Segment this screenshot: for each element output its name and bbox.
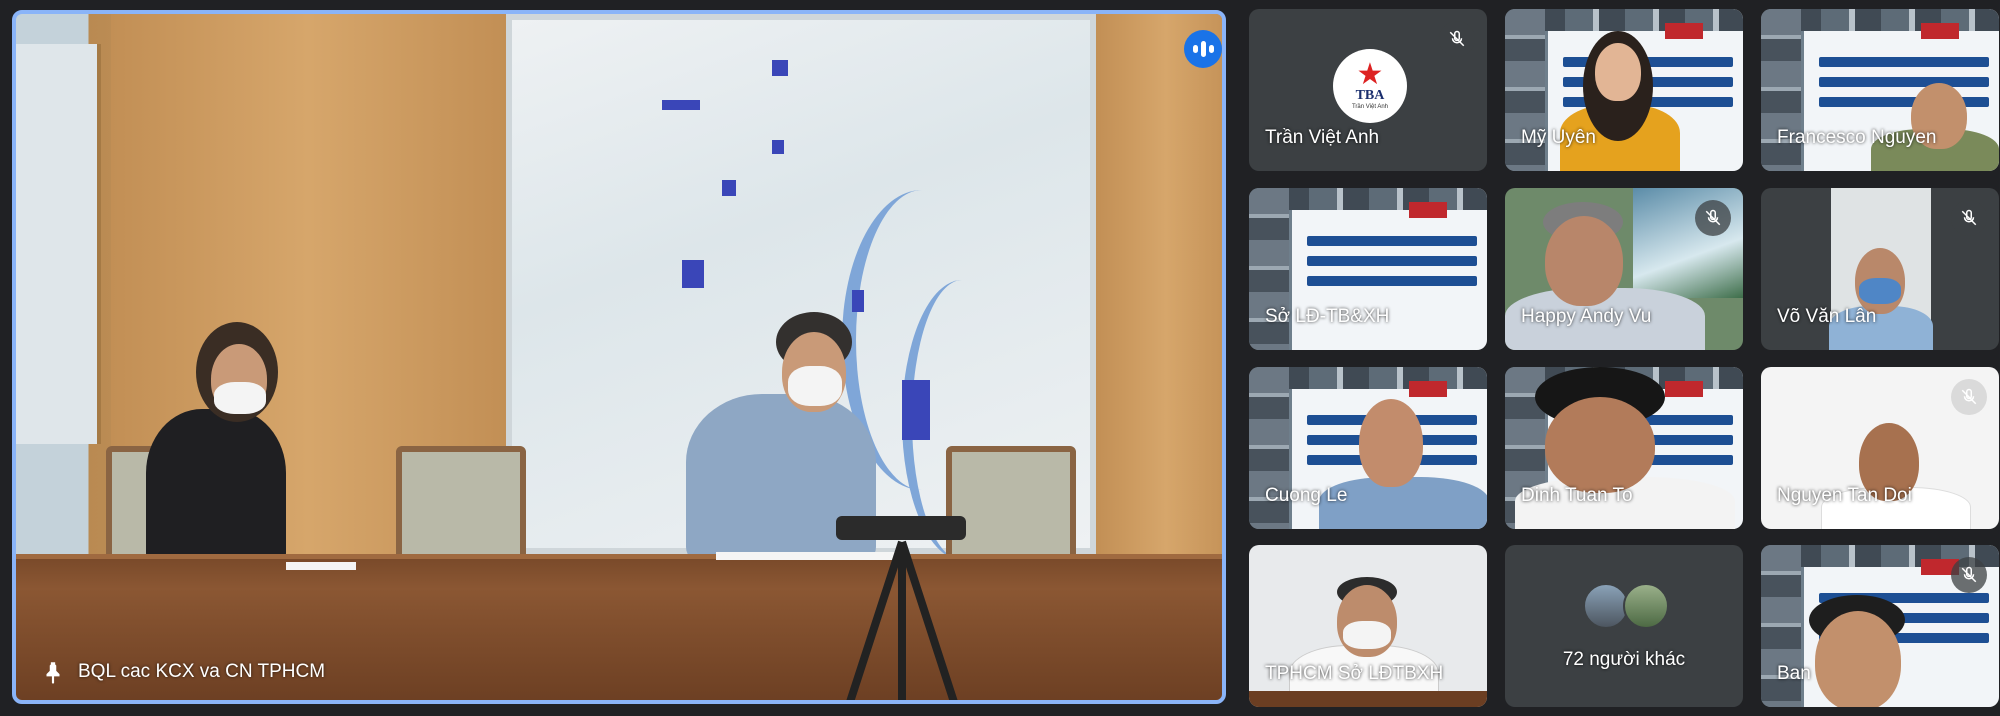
projector	[836, 516, 966, 540]
others-count: 72 người khác	[1562, 649, 1686, 670]
wood-panel	[1096, 14, 1222, 574]
participant-tile[interactable]: Nguyen Tan Doi	[1761, 367, 1999, 529]
participant-name: Nguyen Tan Doi	[1777, 485, 1912, 506]
meeting-stage: BQL cac KCX va CN TPHCM ★ TBA Trần Việt …	[0, 0, 2000, 716]
participant-tile[interactable]: Ban	[1761, 545, 1999, 707]
pin-icon[interactable]	[40, 658, 66, 686]
participant-name: Happy Andy Vu	[1521, 306, 1652, 327]
participant-woman	[146, 409, 286, 569]
mic-off-icon	[1439, 21, 1475, 57]
speaking-indicator-icon	[1184, 30, 1222, 68]
others-tile[interactable]: 72 người khác	[1505, 545, 1743, 707]
participant-name: Ban	[1777, 663, 1811, 684]
mic-off-icon	[1695, 200, 1731, 236]
participant-tile[interactable]: Võ Văn Lân	[1761, 188, 1999, 350]
main-speaker-tile[interactable]: BQL cac KCX va CN TPHCM	[12, 10, 1226, 704]
participant-tile[interactable]: Mỹ Uyên	[1505, 9, 1743, 171]
participant-tile[interactable]: Cuong Le	[1249, 367, 1487, 529]
participant-tile[interactable]: ★ TBA Trần Việt Anh Trần Việt Anh	[1249, 9, 1487, 171]
participant-name: Trần Việt Anh	[1265, 127, 1380, 148]
participant-name: Dinh Tuan To	[1521, 485, 1633, 506]
participant-tile[interactable]: Dinh Tuan To	[1505, 367, 1743, 529]
participant-tile[interactable]: Happy Andy Vu	[1505, 188, 1743, 350]
participant-name: Mỹ Uyên	[1521, 127, 1596, 148]
participant-tile[interactable]: TPHCM Sở LĐTBXH	[1249, 545, 1487, 707]
main-participant-name: BQL cac KCX va CN TPHCM	[78, 661, 326, 682]
mic-off-icon	[1951, 557, 1987, 593]
participant-name: Francesco Nguyen	[1777, 127, 1937, 148]
participant-name: Cuong Le	[1265, 485, 1348, 506]
tba-logo: ★ TBA Trần Việt Anh	[1333, 49, 1407, 123]
mic-off-icon	[1951, 200, 1987, 236]
participant-tile[interactable]: Sở LĐ-TB&XH	[1249, 188, 1487, 350]
room-wall	[16, 44, 101, 444]
participant-name: Sở LĐ-TB&XH	[1265, 306, 1390, 327]
participant-name: TPHCM Sở LĐTBXH	[1265, 663, 1444, 684]
mic-off-icon	[1951, 379, 1987, 415]
participant-name: Võ Văn Lân	[1777, 306, 1877, 327]
others-avatars	[1583, 583, 1673, 631]
participant-tile[interactable]: Francesco Nguyen	[1761, 9, 1999, 171]
